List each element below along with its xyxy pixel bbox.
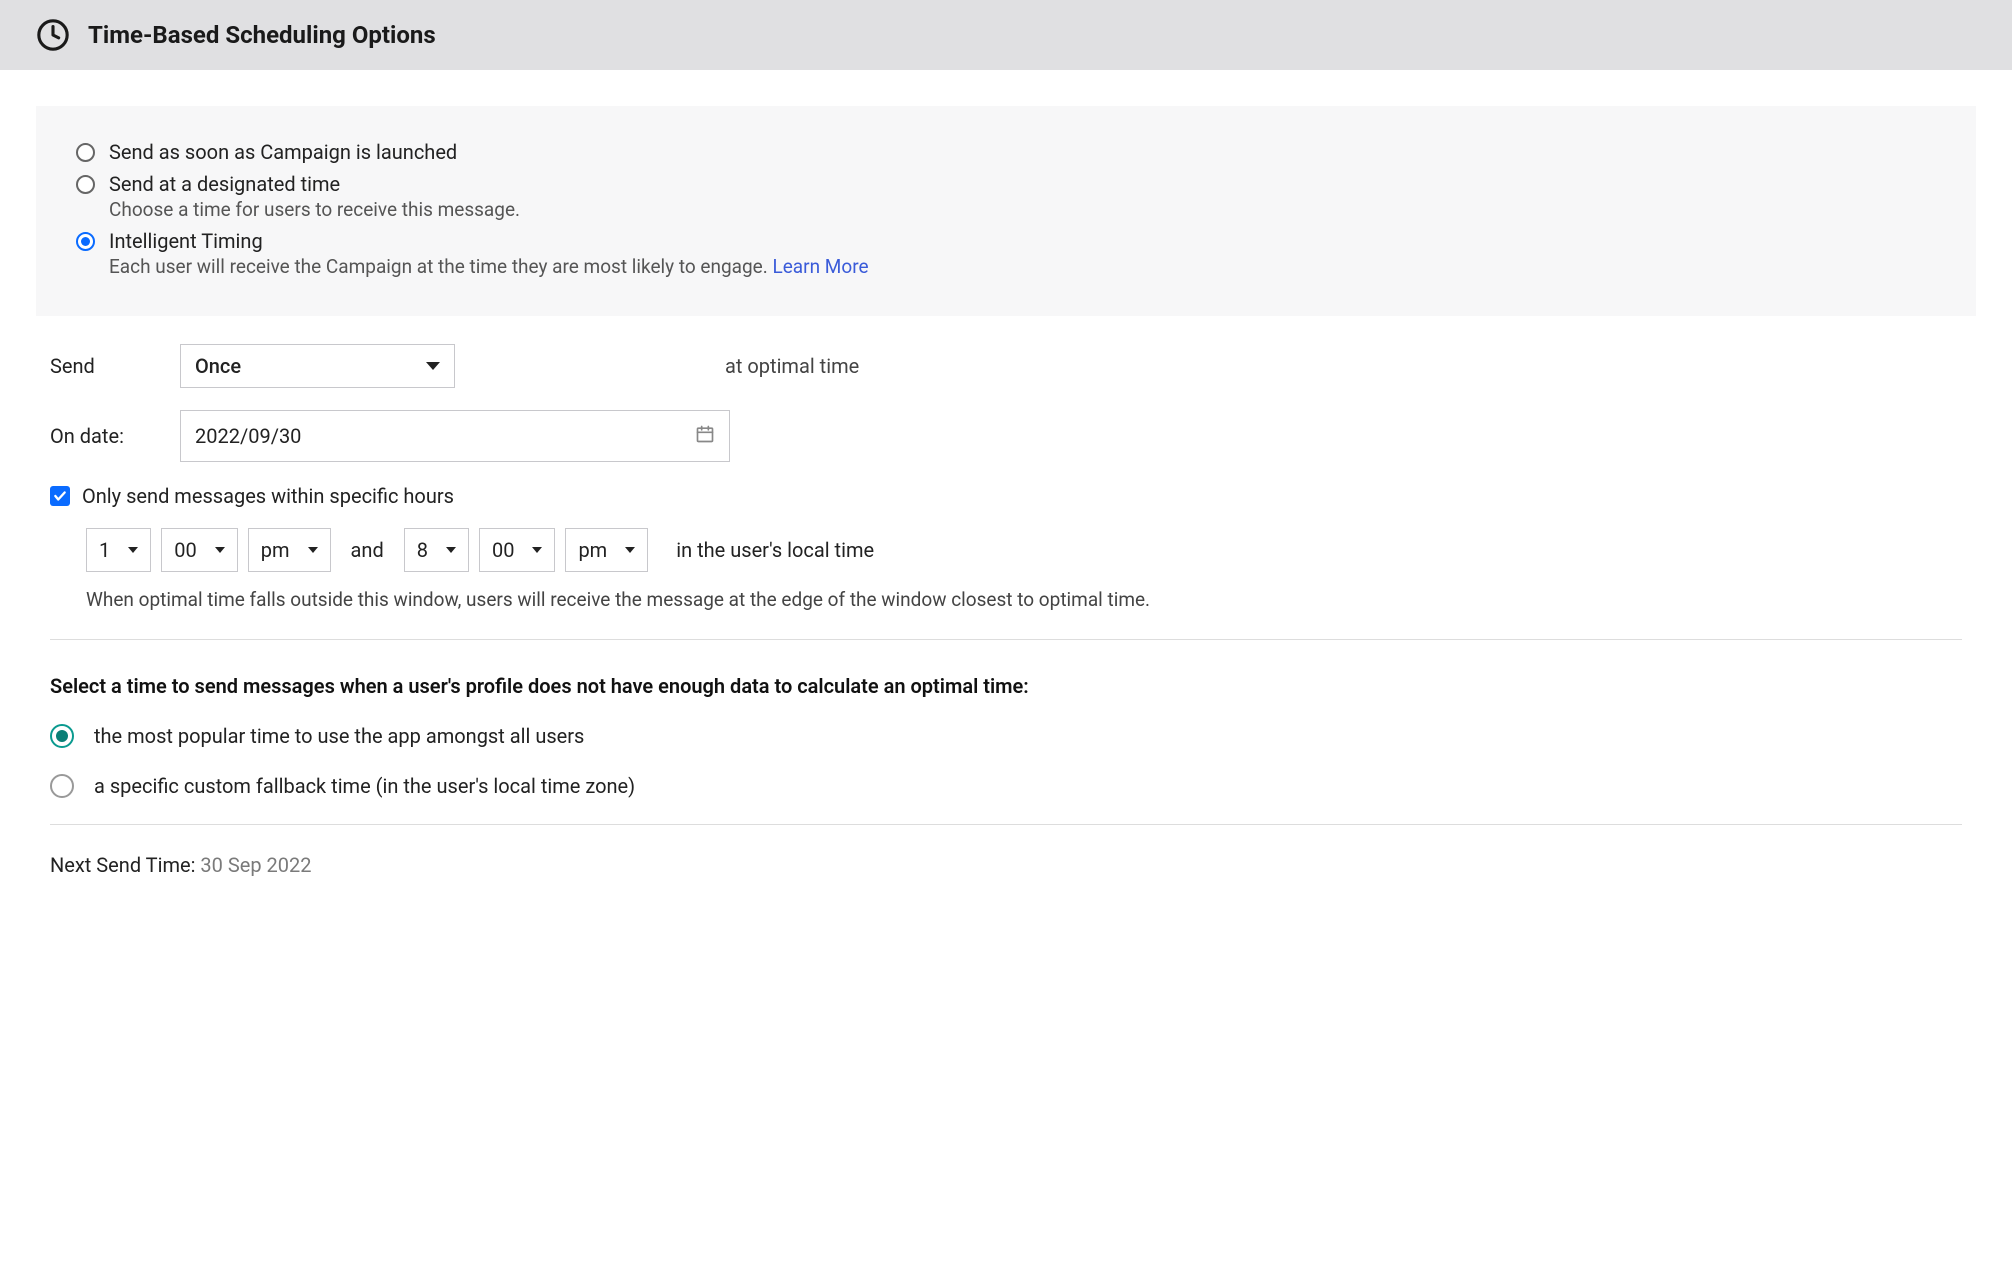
option-intelligent-timing[interactable]: Intelligent Timing Each user will receiv… bbox=[76, 229, 1936, 278]
fallback-heading: Select a time to send messages when a us… bbox=[50, 674, 1962, 698]
chevron-down-icon bbox=[215, 547, 225, 553]
to-ampm-select[interactable]: pm bbox=[565, 528, 648, 572]
divider bbox=[50, 639, 1962, 640]
divider bbox=[50, 824, 1962, 825]
date-input[interactable]: 2022/09/30 bbox=[180, 410, 730, 462]
local-time-text: in the user's local time bbox=[676, 538, 874, 562]
chevron-down-icon bbox=[532, 547, 542, 553]
frequency-select[interactable]: Once bbox=[180, 344, 455, 388]
time-window-row: 1 00 pm and 8 00 pm bbox=[86, 528, 1962, 572]
option-label: Intelligent Timing bbox=[109, 229, 1936, 253]
send-label: Send bbox=[50, 354, 160, 378]
to-minute-select[interactable]: 00 bbox=[479, 528, 555, 572]
chevron-down-icon bbox=[308, 547, 318, 553]
send-frequency-row: Send Once at optimal time bbox=[50, 344, 1962, 388]
specific-hours-label: Only send messages within specific hours bbox=[82, 484, 454, 508]
connector-text: and bbox=[351, 538, 384, 562]
page-title: Time-Based Scheduling Options bbox=[88, 21, 436, 49]
fallback-option-label: a specific custom fallback time (in the … bbox=[94, 774, 635, 798]
window-note: When optimal time falls outside this win… bbox=[86, 588, 1962, 611]
radio-icon bbox=[76, 143, 95, 162]
radio-icon bbox=[50, 774, 74, 798]
fallback-popular-option[interactable]: the most popular time to use the app amo… bbox=[50, 724, 1962, 748]
radio-icon bbox=[76, 232, 95, 251]
radio-icon bbox=[76, 175, 95, 194]
header-bar: Time-Based Scheduling Options bbox=[0, 0, 2012, 70]
fallback-option-label: the most popular time to use the app amo… bbox=[94, 724, 584, 748]
chevron-down-icon bbox=[426, 362, 440, 370]
radio-icon bbox=[50, 724, 74, 748]
option-send-immediate[interactable]: Send as soon as Campaign is launched bbox=[76, 140, 1936, 164]
chevron-down-icon bbox=[446, 547, 456, 553]
from-hour-select[interactable]: 1 bbox=[86, 528, 151, 572]
learn-more-link[interactable]: Learn More bbox=[772, 255, 868, 278]
option-send-designated[interactable]: Send at a designated time Choose a time … bbox=[76, 172, 1936, 221]
chevron-down-icon bbox=[128, 547, 138, 553]
option-subtext: Each user will receive the Campaign at t… bbox=[109, 255, 1936, 278]
checkbox-checked-icon bbox=[50, 486, 70, 506]
intelligent-timing-form: Send Once at optimal time On date: 2022/… bbox=[36, 316, 1976, 877]
to-hour-select[interactable]: 8 bbox=[404, 528, 469, 572]
timing-options-box: Send as soon as Campaign is launched Sen… bbox=[36, 106, 1976, 316]
scheduling-panel: Send as soon as Campaign is launched Sen… bbox=[36, 106, 1976, 877]
option-label: Send as soon as Campaign is launched bbox=[109, 140, 1936, 164]
clock-icon bbox=[36, 18, 70, 52]
send-suffix: at optimal time bbox=[725, 354, 859, 378]
on-date-row: On date: 2022/09/30 bbox=[50, 410, 1962, 462]
calendar-icon bbox=[695, 424, 715, 449]
option-label: Send at a designated time bbox=[109, 172, 1936, 196]
from-ampm-select[interactable]: pm bbox=[248, 528, 331, 572]
chevron-down-icon bbox=[625, 547, 635, 553]
from-minute-select[interactable]: 00 bbox=[161, 528, 237, 572]
fallback-custom-option[interactable]: a specific custom fallback time (in the … bbox=[50, 774, 1962, 798]
next-send-time: Next Send Time: 30 Sep 2022 bbox=[50, 853, 1962, 877]
specific-hours-checkbox-row[interactable]: Only send messages within specific hours bbox=[50, 484, 1962, 508]
option-subtext: Choose a time for users to receive this … bbox=[109, 198, 1936, 221]
on-date-label: On date: bbox=[50, 424, 160, 448]
